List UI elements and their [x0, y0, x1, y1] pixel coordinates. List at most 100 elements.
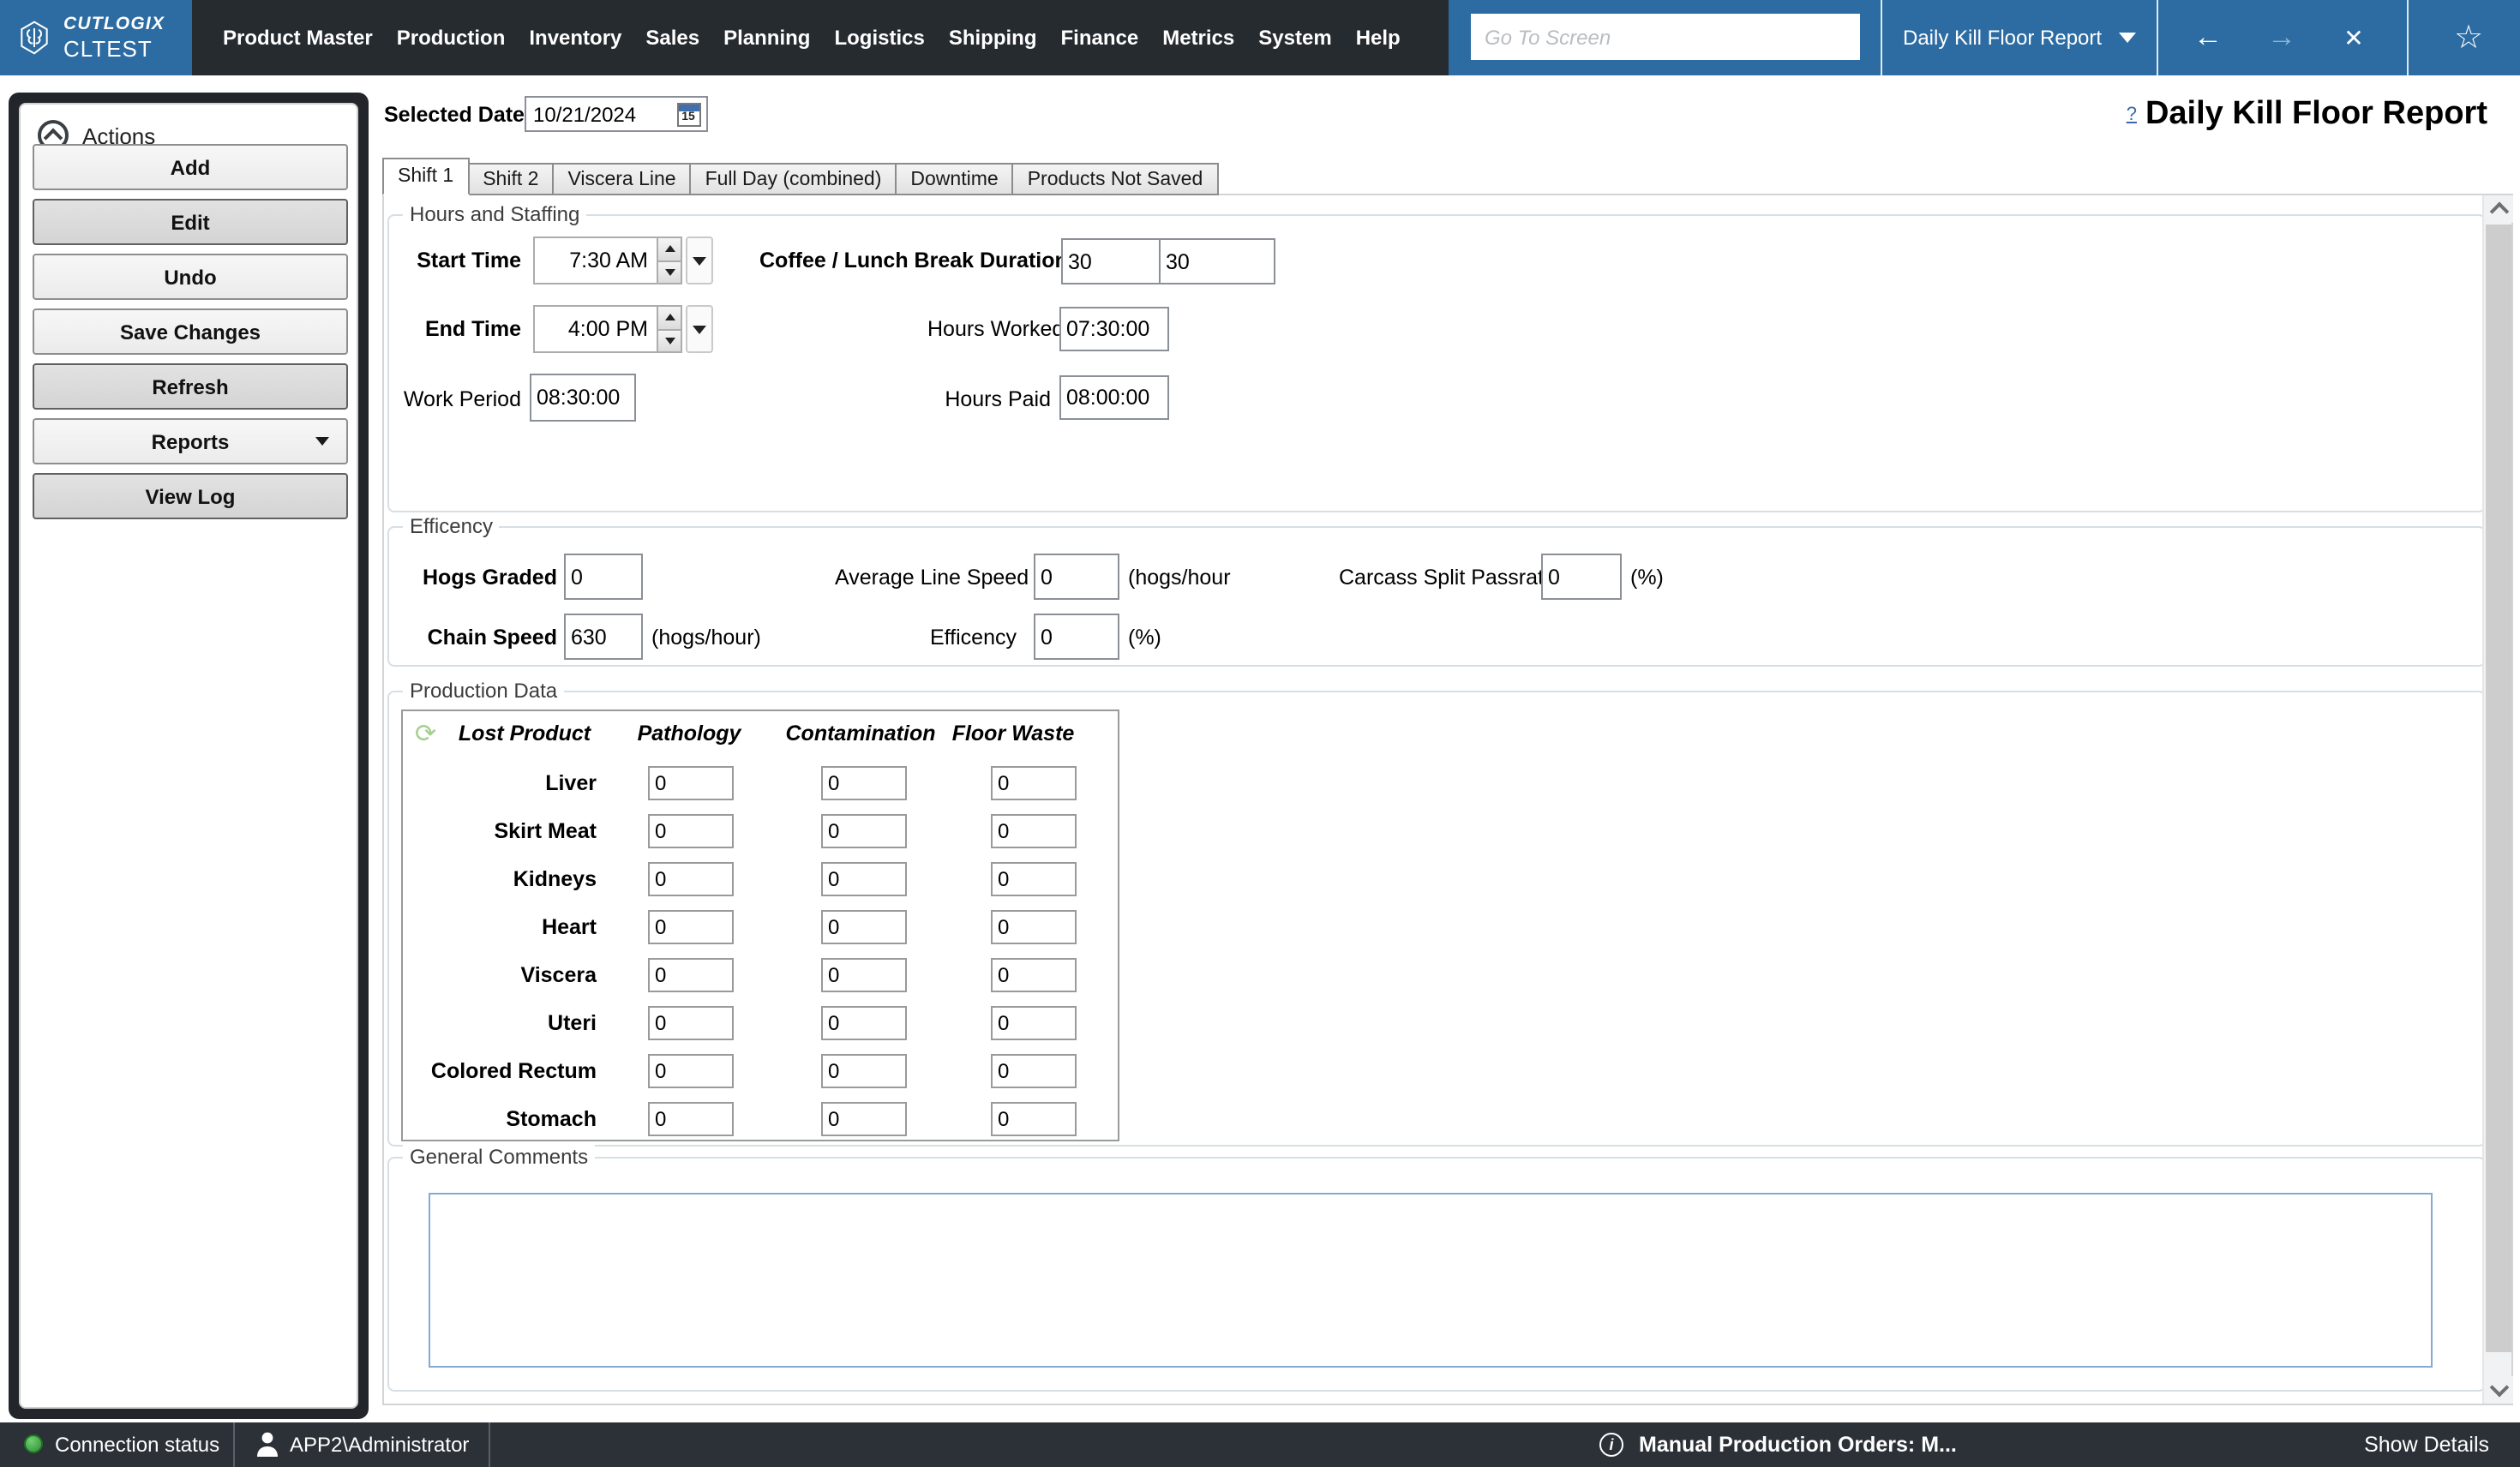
heart-floor-waste-input[interactable] [991, 910, 1077, 944]
start-time-dropdown-button[interactable] [686, 237, 713, 284]
close-screen-button[interactable]: ✕ [2325, 0, 2383, 75]
scroll-up-button[interactable] [2484, 195, 2513, 223]
viscera-pathology-input[interactable] [648, 958, 734, 992]
screen-selector-dropdown[interactable]: Daily Kill Floor Report [1882, 0, 2157, 75]
menu-metrics[interactable]: Metrics [1162, 26, 1234, 50]
start-time-down-button[interactable] [657, 260, 682, 284]
hours-worked-input[interactable] [1059, 307, 1169, 351]
forward-button[interactable]: → [2253, 0, 2311, 75]
start-time-up-button[interactable] [657, 237, 682, 261]
vertical-scrollbar[interactable] [2482, 195, 2511, 1404]
work-period-input[interactable] [530, 374, 636, 422]
menu-shipping[interactable]: Shipping [949, 26, 1037, 50]
general-comments-group: General Comments [387, 1157, 2486, 1392]
carcass-split-passrate-input[interactable] [1541, 554, 1622, 600]
add-button[interactable]: Add [33, 144, 348, 190]
show-details-link[interactable]: Show Details [2364, 1422, 2489, 1467]
end-time-label: End Time [389, 312, 521, 346]
skirt-meat-floor-waste-input[interactable] [991, 814, 1077, 848]
info-icon: i [1599, 1433, 1623, 1457]
skirt-meat-contamination-input[interactable] [821, 814, 907, 848]
refresh-icon[interactable]: ⟳ [415, 722, 436, 749]
viscera-contamination-input[interactable] [821, 958, 907, 992]
reports-dropdown-button[interactable]: Reports [33, 418, 348, 464]
chevron-down-icon [693, 256, 706, 265]
start-time-input[interactable] [533, 237, 658, 284]
average-line-speed-input[interactable] [1034, 554, 1119, 600]
kidneys-pathology-input[interactable] [648, 862, 734, 896]
hogs-graded-input[interactable] [564, 554, 643, 600]
uteri-pathology-input[interactable] [648, 1006, 734, 1040]
end-time-down-button[interactable] [657, 328, 682, 353]
work-period-label: Work Period [389, 382, 521, 416]
liver-contamination-input[interactable] [821, 766, 907, 800]
skirt-meat-pathology-input[interactable] [648, 814, 734, 848]
go-to-screen-input[interactable] [1471, 14, 1860, 60]
menu-help[interactable]: Help [1356, 26, 1401, 50]
liver-pathology-input[interactable] [648, 766, 734, 800]
edit-button[interactable]: Edit [33, 199, 348, 245]
end-time-up-button[interactable] [657, 305, 682, 330]
screen-selector-label: Daily Kill Floor Report [1903, 26, 2102, 50]
end-time-dropdown-button[interactable] [686, 305, 713, 353]
stomach-contamination-input[interactable] [821, 1102, 907, 1136]
lunch-break-input[interactable] [1159, 238, 1275, 284]
kidneys-contamination-input[interactable] [821, 862, 907, 896]
menu-system[interactable]: System [1258, 26, 1331, 50]
efficiency-group-title: Efficency [403, 514, 500, 538]
general-comments-textarea[interactable] [429, 1193, 2433, 1368]
hours-paid-input[interactable] [1059, 375, 1169, 420]
view-log-button[interactable]: View Log [33, 473, 348, 519]
help-link[interactable]: ? [2127, 105, 2137, 125]
coffee-break-input[interactable] [1061, 238, 1161, 284]
efficiency-input[interactable] [1034, 614, 1119, 660]
row-label-liver: Liver [403, 766, 597, 800]
save-changes-button[interactable]: Save Changes [33, 308, 348, 355]
row-label-heart: Heart [403, 910, 597, 944]
colored-rectum-floor-waste-input[interactable] [991, 1054, 1077, 1088]
menu-inventory[interactable]: Inventory [529, 26, 621, 50]
colored-rectum-contamination-input[interactable] [821, 1054, 907, 1088]
viscera-floor-waste-input[interactable] [991, 958, 1077, 992]
liver-floor-waste-input[interactable] [991, 766, 1077, 800]
menu-planning[interactable]: Planning [723, 26, 810, 50]
menu-production[interactable]: Production [397, 26, 506, 50]
uteri-floor-waste-input[interactable] [991, 1006, 1077, 1040]
back-button[interactable]: ← [2179, 0, 2237, 75]
tab-viscera-line[interactable]: Viscera Line [552, 163, 691, 195]
selected-date-input[interactable] [526, 98, 681, 130]
undo-button[interactable]: Undo [33, 254, 348, 300]
tab-shift-1[interactable]: Shift 1 [382, 158, 469, 195]
topbar-separator [2157, 0, 2158, 75]
scrollbar-thumb[interactable] [2486, 225, 2511, 1352]
status-message[interactable]: Manual Production Orders: M... [1639, 1422, 1957, 1467]
stomach-pathology-input[interactable] [648, 1102, 734, 1136]
tab-shift-2[interactable]: Shift 2 [467, 163, 554, 195]
favorite-star-button[interactable]: ☆ [2439, 0, 2498, 75]
menu-logistics[interactable]: Logistics [834, 26, 924, 50]
spinner-down-icon [664, 338, 675, 344]
spinner-up-icon [664, 246, 675, 253]
tab-full-day-combined[interactable]: Full Day (combined) [690, 163, 897, 195]
tab-downtime[interactable]: Downtime [895, 163, 1013, 195]
statusbar-separator [233, 1422, 235, 1467]
refresh-button[interactable]: Refresh [33, 363, 348, 410]
hours-group-title: Hours and Staffing [403, 202, 586, 226]
chain-speed-input[interactable] [564, 614, 643, 660]
heart-pathology-input[interactable] [648, 910, 734, 944]
heart-contamination-input[interactable] [821, 910, 907, 944]
save-changes-button-label: Save Changes [120, 320, 261, 344]
row-label-stomach: Stomach [403, 1102, 597, 1136]
uteri-contamination-input[interactable] [821, 1006, 907, 1040]
kidneys-floor-waste-input[interactable] [991, 862, 1077, 896]
menu-product-master[interactable]: Product Master [223, 26, 373, 50]
end-time-input[interactable] [533, 305, 658, 353]
menu-finance[interactable]: Finance [1061, 26, 1139, 50]
calendar-button[interactable]: 15 [674, 99, 703, 129]
colored-rectum-pathology-input[interactable] [648, 1054, 734, 1088]
production-data-group: Production Data ⟳ Lost Product Pathology… [387, 691, 2486, 1147]
stomach-floor-waste-input[interactable] [991, 1102, 1077, 1136]
tab-products-not-saved[interactable]: Products Not Saved [1012, 163, 1219, 195]
menu-sales[interactable]: Sales [645, 26, 699, 50]
scroll-down-button[interactable] [2484, 1376, 2513, 1404]
